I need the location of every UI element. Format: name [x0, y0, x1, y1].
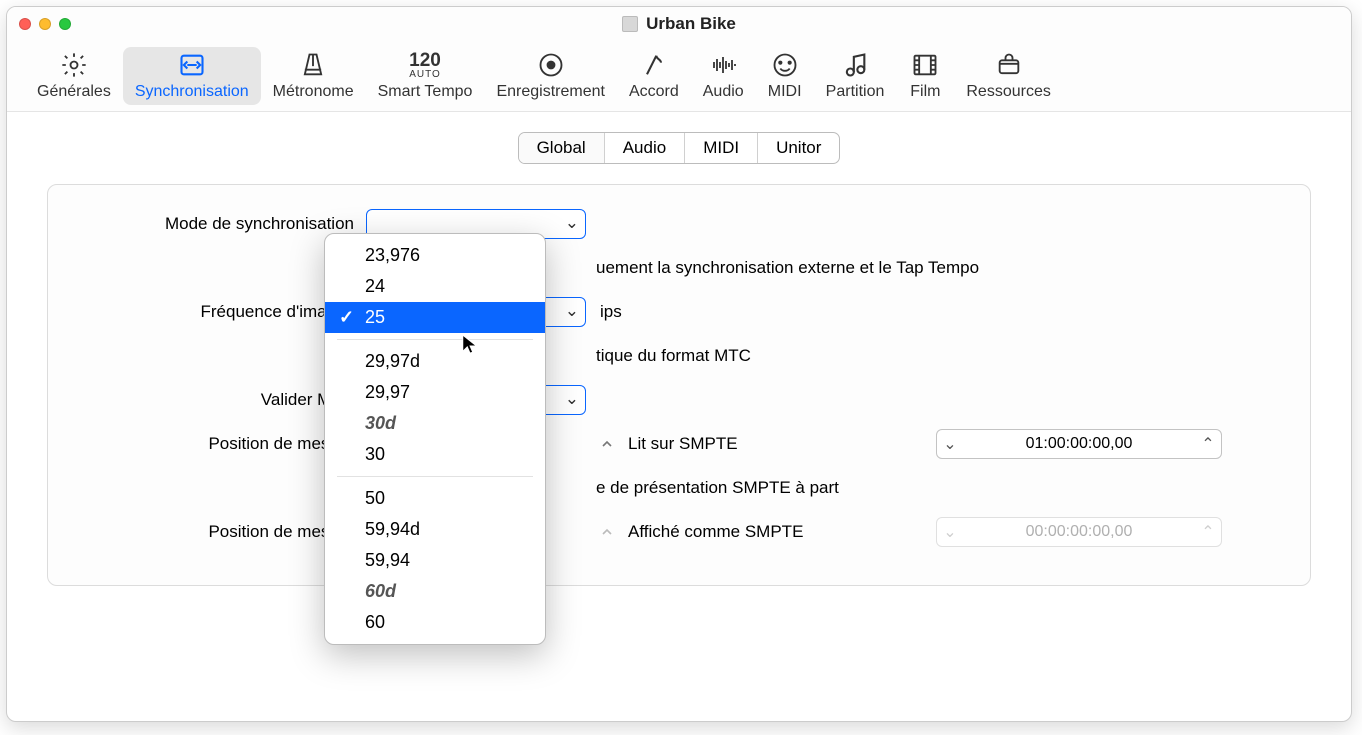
toolbar-label: Métronome — [273, 83, 354, 101]
label-bar-position-1: Position de mesure — [76, 434, 366, 454]
toolbar-label: Générales — [37, 83, 111, 101]
framerate-option[interactable]: 30 — [325, 439, 545, 470]
label-auto-mtc-format: tique du format MTC — [596, 346, 751, 366]
accord-icon — [637, 51, 671, 79]
toolbar-label: Partition — [826, 83, 885, 101]
content-area: GlobalAudioMIDIUnitor Mode de synchronis… — [7, 112, 1351, 606]
chevron-down-icon: ⌄ — [937, 522, 963, 542]
smpte-stepper-2: ⌄ 00:00:00:00,00 ⌃ — [936, 517, 1222, 547]
label-sync-mode: Mode de synchronisation — [76, 214, 366, 234]
ressources-icon — [992, 51, 1026, 79]
tab-unitor[interactable]: Unitor — [758, 133, 839, 163]
window-title: Urban Bike — [646, 14, 736, 34]
smarttempo-icon: 120AUTO — [408, 51, 442, 79]
tab-global[interactable]: Global — [519, 133, 605, 163]
toolbar-enregistrement[interactable]: Enregistrement — [484, 47, 617, 105]
framerate-option[interactable]: 23,976 — [325, 240, 545, 271]
toolbar-midi[interactable]: MIDI — [756, 47, 814, 105]
framerate-option[interactable]: 60d — [325, 576, 545, 607]
label-frame-rate: Fréquence d'images — [76, 302, 366, 322]
toolbar-accord[interactable]: Accord — [617, 47, 691, 105]
framerate-option[interactable]: 29,97 — [325, 377, 545, 408]
framerate-option[interactable]: 50 — [325, 483, 545, 514]
label-fps: ips — [600, 302, 622, 322]
framerate-option[interactable]: 25 — [325, 302, 545, 333]
film-icon — [908, 51, 942, 79]
tab-midi[interactable]: MIDI — [685, 133, 758, 163]
framerate-option[interactable]: 60 — [325, 607, 545, 638]
toolbar-smarttempo[interactable]: 120AUTO Smart Tempo — [366, 47, 485, 105]
toolbar-label: Ressources — [966, 83, 1050, 101]
preferences-toolbar: Générales Synchronisation Métronome 120AUTO… — [7, 41, 1351, 112]
titlebar: Urban Bike — [7, 7, 1351, 41]
label-auto-external-sync: uement la synchronisation externe et le … — [596, 258, 979, 278]
label-separate-smpte-view: e de présentation SMPTE à part — [596, 478, 839, 498]
synchronisation-icon — [175, 51, 209, 79]
traffic-lights — [19, 18, 71, 30]
framerate-option[interactable]: 29,97d — [325, 346, 545, 377]
toolbar-label: Smart Tempo — [378, 83, 473, 101]
tab-audio[interactable]: Audio — [605, 133, 685, 163]
toolbar-partition[interactable]: Partition — [814, 47, 897, 105]
close-window-button[interactable] — [19, 18, 31, 30]
chevron-up-icon: ⌃ — [1195, 522, 1221, 542]
framerate-option[interactable]: 59,94d — [325, 514, 545, 545]
toolbar-label: MIDI — [768, 83, 802, 101]
toolbar-label: Film — [910, 83, 940, 101]
toolbar-ressources[interactable]: Ressources — [954, 47, 1062, 105]
label-shown-as-smpte: Affiché comme SMPTE — [628, 522, 803, 542]
chevron-up-icon[interactable]: ⌃ — [1195, 434, 1221, 454]
global-sync-panel: Mode de synchronisation uement la synchr… — [47, 184, 1311, 586]
minimize-window-button[interactable] — [39, 18, 51, 30]
framerate-option[interactable]: 30d — [325, 408, 545, 439]
toolbar-label: Enregistrement — [496, 83, 605, 101]
generales-icon — [57, 51, 91, 79]
chevron-down-icon[interactable]: ⌄ — [937, 434, 963, 454]
label-validate-mtc: Valider MTC — [76, 390, 366, 410]
label-reads-smpte: Lit sur SMPTE — [628, 434, 738, 454]
framerate-option[interactable]: 24 — [325, 271, 545, 302]
toolbar-synchronisation[interactable]: Synchronisation — [123, 47, 261, 105]
smpte-stepper-1[interactable]: ⌄ 01:00:00:00,00 ⌃ — [936, 429, 1222, 459]
partition-icon — [838, 51, 872, 79]
frame-rate-menu[interactable]: 23,976242529,97d29,9730d305059,94d59,946… — [324, 233, 546, 645]
enregistrement-icon — [534, 51, 568, 79]
menu-divider — [337, 476, 533, 477]
document-icon — [622, 16, 638, 32]
toolbar-label: Synchronisation — [135, 83, 249, 101]
label-bar-position-2: Position de mesure — [76, 522, 366, 542]
zoom-window-button[interactable] — [59, 18, 71, 30]
chevron-up-icon — [601, 526, 613, 538]
sync-sub-tabs: GlobalAudioMIDIUnitor — [518, 132, 841, 164]
smpte-value-1[interactable]: 01:00:00:00,00 — [963, 435, 1195, 453]
chevron-up-icon — [601, 438, 613, 450]
framerate-option[interactable]: 59,94 — [325, 545, 545, 576]
metronome-icon — [296, 51, 330, 79]
midi-icon — [768, 51, 802, 79]
audio-icon — [706, 51, 740, 79]
toolbar-audio[interactable]: Audio — [691, 47, 756, 105]
toolbar-metronome[interactable]: Métronome — [261, 47, 366, 105]
toolbar-film[interactable]: Film — [896, 47, 954, 105]
toolbar-label: Accord — [629, 83, 679, 101]
preferences-window: Urban Bike Générales Synchronisation Métro… — [6, 6, 1352, 722]
toolbar-label: Audio — [703, 83, 744, 101]
menu-divider — [337, 339, 533, 340]
toolbar-generales[interactable]: Générales — [25, 47, 123, 105]
smpte-value-2: 00:00:00:00,00 — [963, 523, 1195, 541]
